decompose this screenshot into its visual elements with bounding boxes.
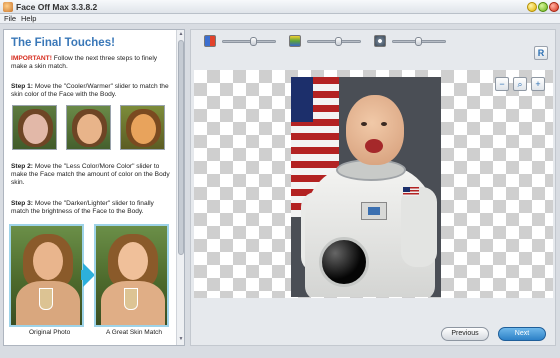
brightness-icon: [374, 35, 386, 47]
step2-body: Move the "Less Color/More Color" slider …: [11, 163, 170, 187]
eye-right: [381, 122, 387, 126]
flag-patch-icon: [403, 187, 419, 196]
step2-text: Step 2: Move the "Less Color/More Color"…: [11, 163, 173, 188]
baby-face: [346, 95, 404, 165]
menu-bar: File Help: [0, 14, 560, 24]
helmet: [319, 237, 369, 287]
step3-text: Step 3: Move the "Darker/Lighter" slider…: [11, 200, 173, 216]
step1-label: Step 1:: [11, 83, 33, 90]
scroll-up-arrow-icon[interactable]: ▲: [178, 31, 184, 37]
step3-body: Move the "Darker/Lighter" slider to fina…: [11, 200, 154, 216]
instructions-panel: The Final Touches! IMPORTANT! Follow the…: [3, 29, 185, 346]
face-thumb-warm: [120, 105, 165, 150]
astronaut-photo: [291, 77, 441, 297]
original-photo: [9, 224, 84, 327]
work-area: R − ⌕ + Previous Next: [190, 29, 556, 346]
less-more-color-knob[interactable]: [335, 37, 343, 46]
suit-arm-right: [401, 187, 437, 267]
next-button[interactable]: Next: [498, 327, 546, 341]
color-saturation-icon: [289, 35, 301, 47]
open-mouth: [365, 139, 383, 153]
cooler-warmer-icon: [204, 35, 216, 47]
title-bar: Face Off Max 3.3.8.2: [0, 0, 560, 14]
zoom-out-button[interactable]: −: [495, 77, 509, 91]
help-button[interactable]: R: [534, 46, 548, 60]
zoom-fit-button[interactable]: ⌕: [513, 77, 527, 91]
chest-control-box: [361, 202, 387, 220]
step3-label: Step 3:: [11, 200, 33, 207]
image-canvas[interactable]: − ⌕ +: [194, 70, 553, 298]
step2-label: Step 2:: [11, 163, 33, 170]
app-icon: [3, 2, 13, 12]
cooler-warmer-slider[interactable]: [222, 37, 276, 46]
flag-canton: [291, 77, 313, 122]
maximize-button[interactable]: [538, 2, 548, 12]
skin-match-photo: [94, 224, 169, 327]
cooler-warmer-knob[interactable]: [250, 37, 258, 46]
scroll-thumb[interactable]: [178, 40, 184, 255]
eye-left: [361, 122, 367, 126]
menu-help[interactable]: Help: [21, 14, 36, 24]
window-title: Face Off Max 3.3.8.2: [16, 2, 98, 12]
darker-lighter-knob[interactable]: [415, 37, 422, 46]
face-thumb-cool: [12, 105, 57, 150]
important-note: IMPORTANT! Follow the next three steps t…: [11, 55, 173, 71]
minimize-button[interactable]: [527, 2, 537, 12]
panel-title: The Final Touches!: [11, 37, 115, 49]
previous-button[interactable]: Previous: [441, 327, 489, 341]
menu-file[interactable]: File: [4, 14, 16, 24]
step1-text: Step 1: Move the "Cooler/Warmer" slider …: [11, 83, 173, 99]
close-button[interactable]: [549, 2, 559, 12]
darker-lighter-slider[interactable]: [392, 37, 446, 46]
step1-body: Move the "Cooler/Warmer" slider to match…: [11, 83, 169, 99]
zoom-in-button[interactable]: +: [531, 77, 545, 91]
face-thumb-neutral: [66, 105, 111, 150]
caption-match: A Great Skin Match: [106, 329, 162, 336]
important-label: IMPORTANT!: [11, 55, 52, 62]
scroll-down-arrow-icon[interactable]: ▼: [178, 336, 184, 342]
caption-original: Original Photo: [29, 329, 71, 336]
panel-scrollbar[interactable]: ▲ ▼: [176, 30, 184, 345]
less-more-color-slider[interactable]: [307, 37, 361, 46]
